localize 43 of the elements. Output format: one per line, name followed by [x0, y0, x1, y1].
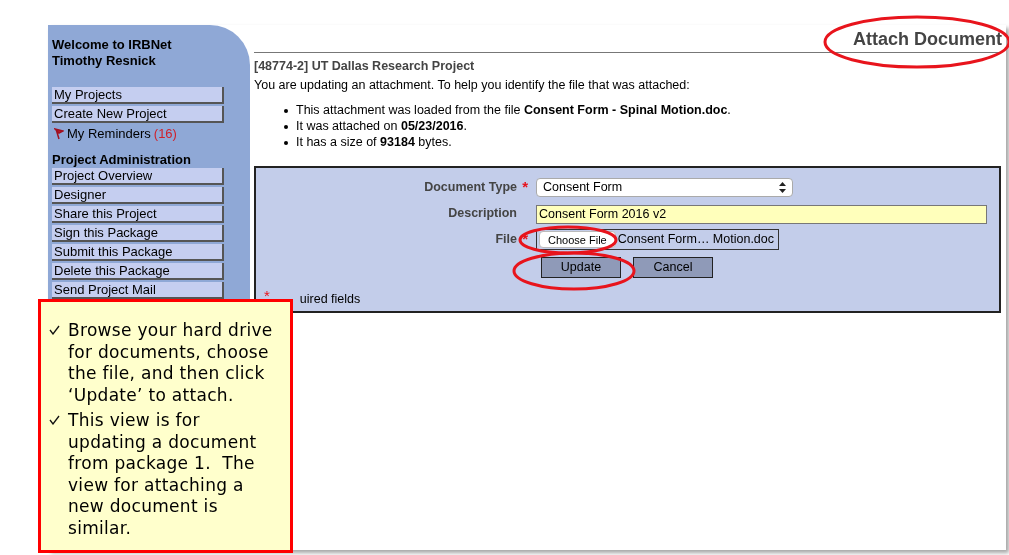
cancel-button[interactable]: Cancel — [633, 257, 713, 278]
nav-link[interactable]: Sign this Package — [52, 225, 224, 242]
fact-text: It was attached on 05/23/2016. — [296, 118, 467, 134]
field-label: File — [495, 230, 517, 248]
field-label: Document Type — [424, 178, 517, 196]
nav-link[interactable]: Share this Project — [52, 206, 224, 223]
required-note: uired fields — [299, 291, 361, 308]
nav-link[interactable]: Submit this Package — [52, 244, 224, 261]
required-mark: * — [521, 181, 528, 193]
nav-link[interactable]: Delete this Package — [52, 263, 224, 280]
description-field[interactable]: Consent Form 2016 v2 — [536, 204, 987, 224]
select-field[interactable]: Consent Form — [536, 177, 793, 197]
project-title: [48774-2] UT Dallas Research Project — [254, 58, 476, 74]
select-value: Consent Form — [543, 178, 623, 196]
check-icon — [49, 325, 60, 335]
bullet-icon — [284, 141, 288, 145]
flag-icon — [54, 128, 64, 140]
welcome-text: Welcome to IRBNet — [52, 37, 173, 53]
required-mark: * — [264, 290, 270, 302]
fact-text: It has a size of 93184 bytes. — [296, 134, 452, 150]
file-field[interactable]: Choose File Consent Form… Motion.doc — [536, 228, 779, 250]
field-label: Description — [448, 204, 517, 222]
stepper-icon — [779, 181, 786, 193]
user-name: Timothy Resnick — [52, 53, 157, 69]
update-button[interactable]: Update — [541, 257, 621, 278]
page-title: Attach Document — [853, 28, 1002, 50]
reminder-count: (16) — [153, 126, 177, 142]
callout-text: Browse your hard drive for documents, choose the file, and then click ‘Update’ to attach. — [68, 320, 274, 406]
fact-text: This attachment was loaded from the file Consent Form - Spinal Motion.doc. — [296, 102, 731, 118]
file-name: Consent Form… Motion.doc — [617, 230, 774, 248]
section-heading: Project Administration — [52, 152, 192, 168]
nav-link[interactable]: Send Project Mail — [52, 282, 224, 299]
check-icon — [49, 415, 60, 425]
nav-link[interactable]: Designer — [52, 187, 224, 204]
nav-link[interactable]: Create New Project — [52, 106, 224, 123]
bullet-icon — [284, 109, 288, 113]
reminders-link[interactable]: My Reminders (16) — [52, 126, 224, 142]
bullet-icon — [284, 125, 288, 129]
nav-link[interactable]: Project Overview — [52, 168, 224, 185]
intro-text: You are updating an attachment. To help you identify the file that was attached: — [254, 77, 691, 93]
choose-file-button[interactable]: Choose File — [539, 230, 616, 248]
nav-link[interactable]: My Projects — [52, 87, 224, 104]
callout-text: This view is for updating a document from package 1. The view for attaching a new document is similar. — [68, 410, 258, 539]
